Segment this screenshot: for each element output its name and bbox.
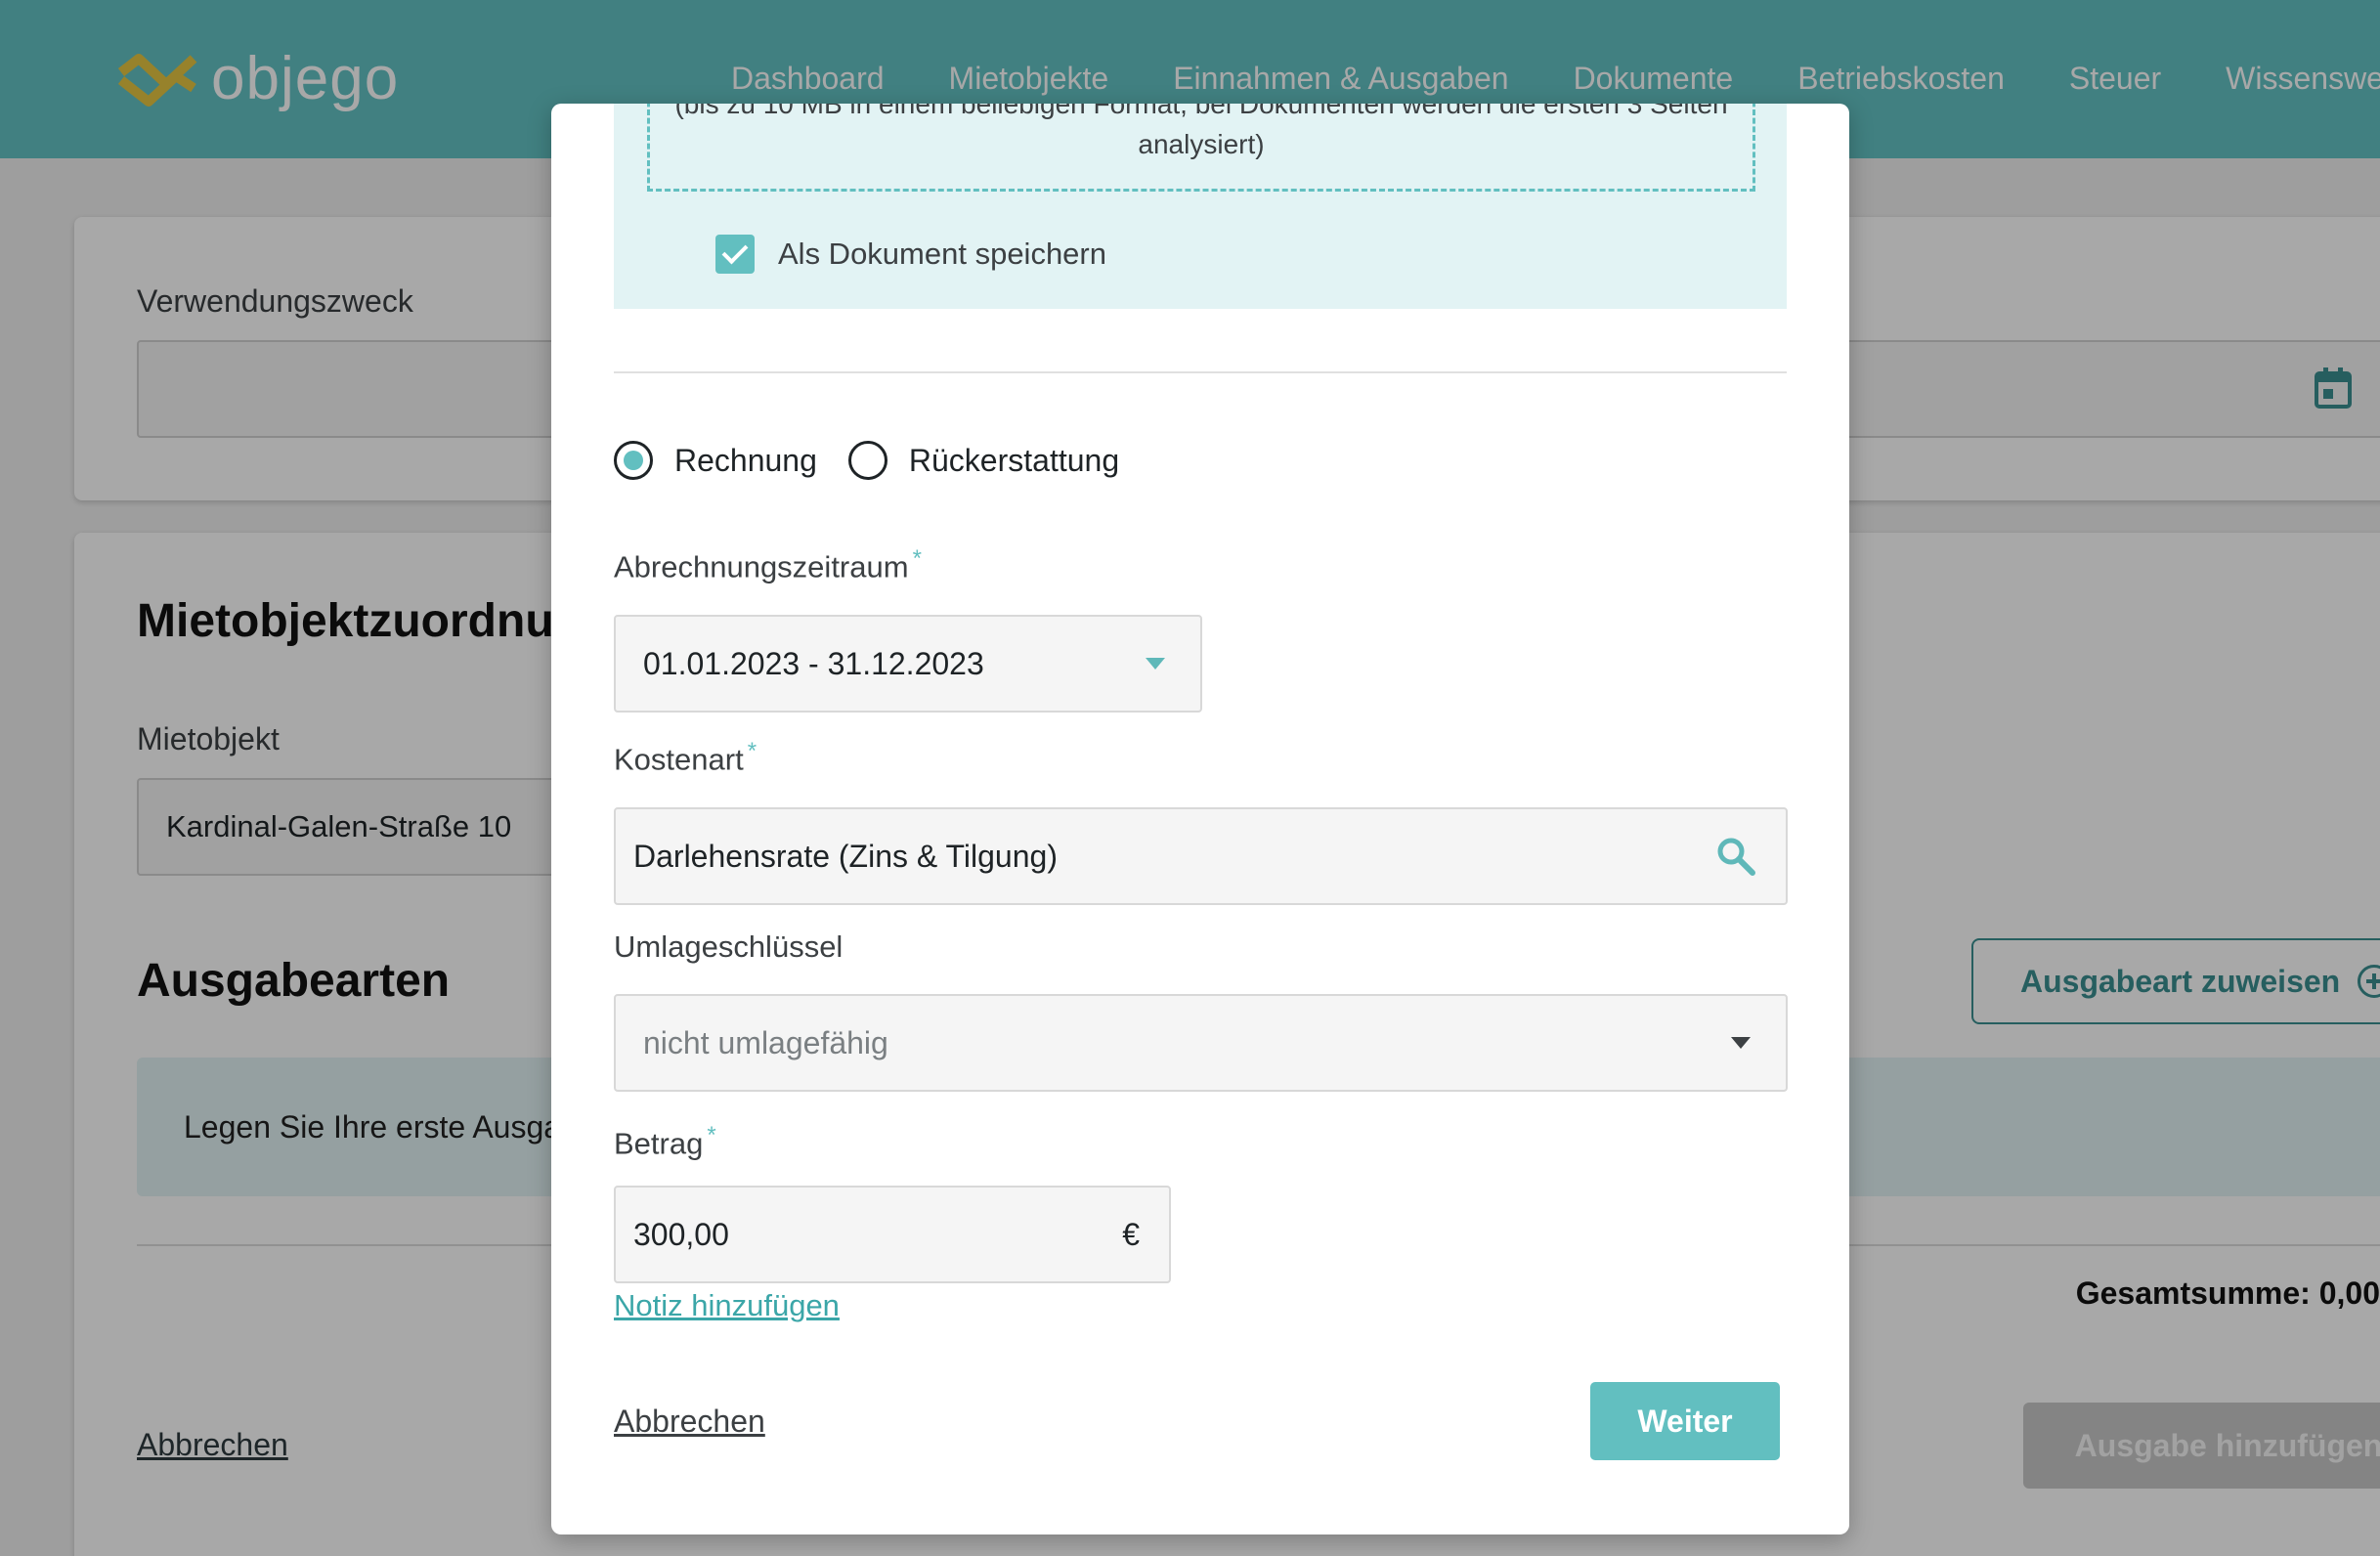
period-label: Abrechnungszeitraum * xyxy=(614,545,922,584)
required-marker: * xyxy=(747,738,757,764)
chevron-down-icon xyxy=(1146,658,1165,670)
amount-label-text: Betrag xyxy=(614,1126,704,1161)
file-dropzone[interactable]: (bis zu 10 MB in einem beliebigen Format… xyxy=(647,104,1755,192)
cost-type-value: Darlehensrate (Zins & Tilgung) xyxy=(633,838,1058,874)
allocation-value: nicht umlagefähig xyxy=(643,1024,888,1060)
radio-rechnung-label[interactable]: Rechnung xyxy=(674,443,817,479)
required-marker: * xyxy=(912,545,922,572)
save-as-document[interactable]: Als Dokument speichern xyxy=(715,235,1106,274)
amount-input[interactable]: 300,00 € xyxy=(614,1186,1171,1283)
upload-hint-line-2: analysiert) xyxy=(1138,129,1265,159)
cost-type-label-text: Kostenart xyxy=(614,742,744,777)
upload-hint: (bis zu 10 MB in einem beliebigen Format… xyxy=(650,104,1753,164)
upload-area: (bis zu 10 MB in einem beliebigen Format… xyxy=(614,104,1787,309)
upload-hint-line-1: (bis zu 10 MB in einem beliebigen Format… xyxy=(674,104,1728,119)
radio-rechnung[interactable] xyxy=(614,441,653,480)
cost-type-input[interactable]: Darlehensrate (Zins & Tilgung) xyxy=(614,807,1788,905)
next-button-label: Weiter xyxy=(1637,1403,1733,1439)
period-label-text: Abrechnungszeitraum xyxy=(614,549,909,584)
cancel-link[interactable]: Abbrechen xyxy=(614,1404,765,1440)
save-as-document-checkbox[interactable] xyxy=(715,235,755,274)
amount-label: Betrag * xyxy=(614,1122,716,1161)
period-select[interactable]: 01.01.2023 - 31.12.2023 xyxy=(614,615,1202,713)
period-value: 01.01.2023 - 31.12.2023 xyxy=(643,645,984,681)
next-button[interactable]: Weiter xyxy=(1590,1382,1780,1460)
search-icon[interactable] xyxy=(1715,836,1756,877)
save-as-document-label: Als Dokument speichern xyxy=(778,237,1106,271)
cost-type-label: Kostenart * xyxy=(614,738,757,777)
modal-divider xyxy=(614,371,1787,373)
amount-value: 300,00 xyxy=(633,1216,729,1252)
expense-modal: (bis zu 10 MB in einem beliebigen Format… xyxy=(551,104,1849,1534)
invoice-type-radio-group: Rechnung Rückerstattung xyxy=(614,441,1150,480)
required-marker: * xyxy=(707,1122,716,1148)
euro-icon: € xyxy=(1122,1216,1140,1252)
allocation-label: Umlageschlüssel xyxy=(614,929,844,964)
add-note-link[interactable]: Notiz hinzufügen xyxy=(614,1288,840,1323)
radio-rueckerstattung-label[interactable]: Rückerstattung xyxy=(909,443,1119,479)
allocation-select[interactable]: nicht umlagefähig xyxy=(614,994,1788,1092)
radio-rueckerstattung[interactable] xyxy=(847,441,887,480)
chevron-down-icon xyxy=(1731,1037,1751,1049)
